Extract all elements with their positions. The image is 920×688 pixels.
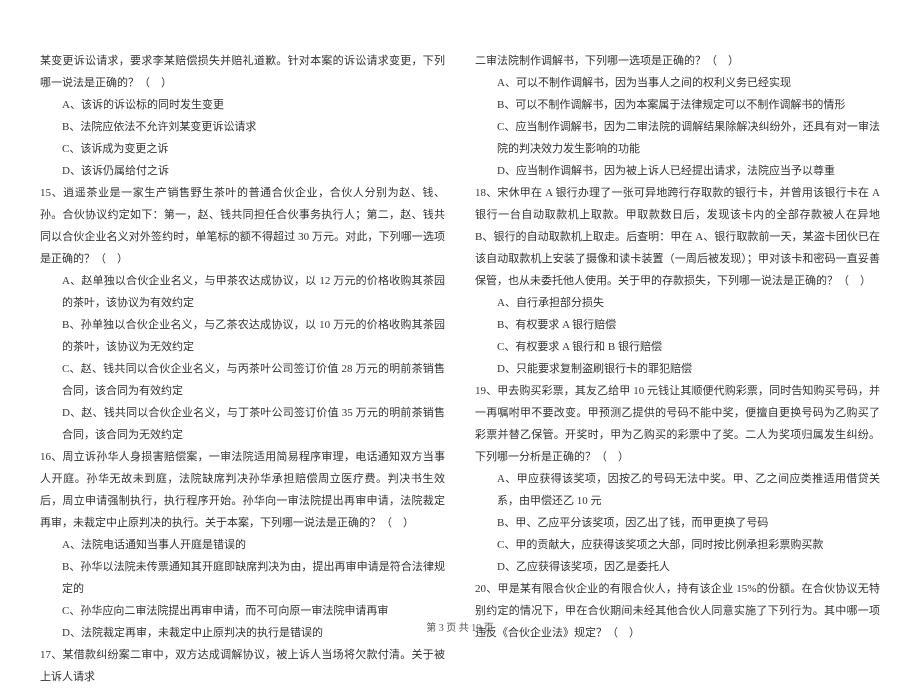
- q15-stem: 15、逍遥茶业是一家生产销售野生茶叶的普通合伙企业，合伙人分别为赵、钱、孙。合伙…: [40, 182, 445, 270]
- q19-stem: 19、甲去购买彩票，其友乙给甲 10 元钱让其顺便代购彩票，同时告知购买号码，并…: [475, 380, 880, 468]
- q19-option-c: C、甲的贡献大，应获得该奖项之大部，同时按比例承担彩票购买款: [475, 534, 880, 556]
- q17-option-c: C、应当制作调解书，因为二审法院的调解结果除解决纠纷外，还具有对一审法院的判决效…: [475, 116, 880, 160]
- q19-option-a: A、甲应获得该奖项，因按乙的号码无法中奖。甲、乙之间应类推适用借贷关系，由甲偿还…: [475, 468, 880, 512]
- q19-option-b: B、甲、乙应平分该奖项，因乙出了钱，而甲更换了号码: [475, 512, 880, 534]
- q14-option-c: C、该诉成为变更之诉: [40, 138, 445, 160]
- page-content: 某变更诉讼请求，要求李某赔偿损失并赔礼道歉。针对本案的诉讼请求变更，下列哪一说法…: [0, 0, 920, 615]
- q18-option-d: D、只能要求复制盗刷银行卡的罪犯赔偿: [475, 358, 880, 380]
- q17-option-a: A、可以不制作调解书，因为当事人之间的权利义务已经实现: [475, 72, 880, 94]
- q16-option-a: A、法院电话通知当事人开庭是错误的: [40, 534, 445, 556]
- q16-option-c: C、孙华应向二审法院提出再审申请，而不可向原一审法院申请再审: [40, 600, 445, 622]
- q17-option-b: B、可以不制作调解书，因为本案属于法律规定可以不制作调解书的情形: [475, 94, 880, 116]
- q14-option-d: D、该诉仍属给付之诉: [40, 160, 445, 182]
- q19-option-d: D、乙应获得该奖项，因乙是委托人: [475, 556, 880, 578]
- q14-option-b: B、法院应依法不允许刘某变更诉讼请求: [40, 116, 445, 138]
- q15-option-b: B、孙单独以合伙企业名义，与乙茶农达成协议，以 10 万元的价格收购其茶园的茶叶…: [40, 314, 445, 358]
- q15-option-d: D、赵、钱共同以合伙企业名义，与丁茶叶公司签订价值 35 万元的明前茶销售合同，…: [40, 402, 445, 446]
- q17-option-d: D、应当制作调解书，因为被上诉人已经提出请求，法院应当予以尊重: [475, 160, 880, 182]
- q16-stem: 16、周立诉孙华人身损害赔偿案，一审法院适用简易程序审理，电话通知双方当事人开庭…: [40, 446, 445, 534]
- q14-stem-cont: 某变更诉讼请求，要求李某赔偿损失并赔礼道歉。针对本案的诉讼请求变更，下列哪一说法…: [40, 50, 445, 94]
- q20-stem: 20、甲是某有限合伙企业的有限合伙人，持有该企业 15%的份额。在合伙协议无特别…: [475, 578, 880, 644]
- q17-stem-cont: 二审法院制作调解书，下列哪一选项是正确的？（ ）: [475, 50, 880, 72]
- right-column: 二审法院制作调解书，下列哪一选项是正确的？（ ） A、可以不制作调解书，因为当事…: [475, 50, 880, 595]
- q16-option-d: D、法院裁定再审，未裁定中止原判决的执行是错误的: [40, 622, 445, 644]
- q15-option-c: C、赵、钱共同以合伙企业名义，与丙茶叶公司签订价值 28 万元的明前茶销售合同，…: [40, 358, 445, 402]
- q15-option-a: A、赵单独以合伙企业名义，与甲茶农达成协议，以 12 万元的价格收购其茶园的茶叶…: [40, 270, 445, 314]
- q18-option-a: A、自行承担部分损失: [475, 292, 880, 314]
- q16-option-b: B、孙华以法院未传票通知其开庭即缺席判决为由，提出再审申请是符合法律规定的: [40, 556, 445, 600]
- q17-stem: 17、某借款纠纷案二审中，双方达成调解协议，被上诉人当场将欠款付清。关于被上诉人…: [40, 644, 445, 688]
- q18-stem: 18、宋休甲在 A 银行办理了一张可异地跨行存取款的银行卡，并曾用该银行卡在 A…: [475, 182, 880, 292]
- q18-option-b: B、有权要求 A 银行赔偿: [475, 314, 880, 336]
- q18-option-c: C、有权要求 A 银行和 B 银行赔偿: [475, 336, 880, 358]
- left-column: 某变更诉讼请求，要求李某赔偿损失并赔礼道歉。针对本案的诉讼请求变更，下列哪一说法…: [40, 50, 445, 595]
- q14-option-a: A、该诉的诉讼标的同时发生变更: [40, 94, 445, 116]
